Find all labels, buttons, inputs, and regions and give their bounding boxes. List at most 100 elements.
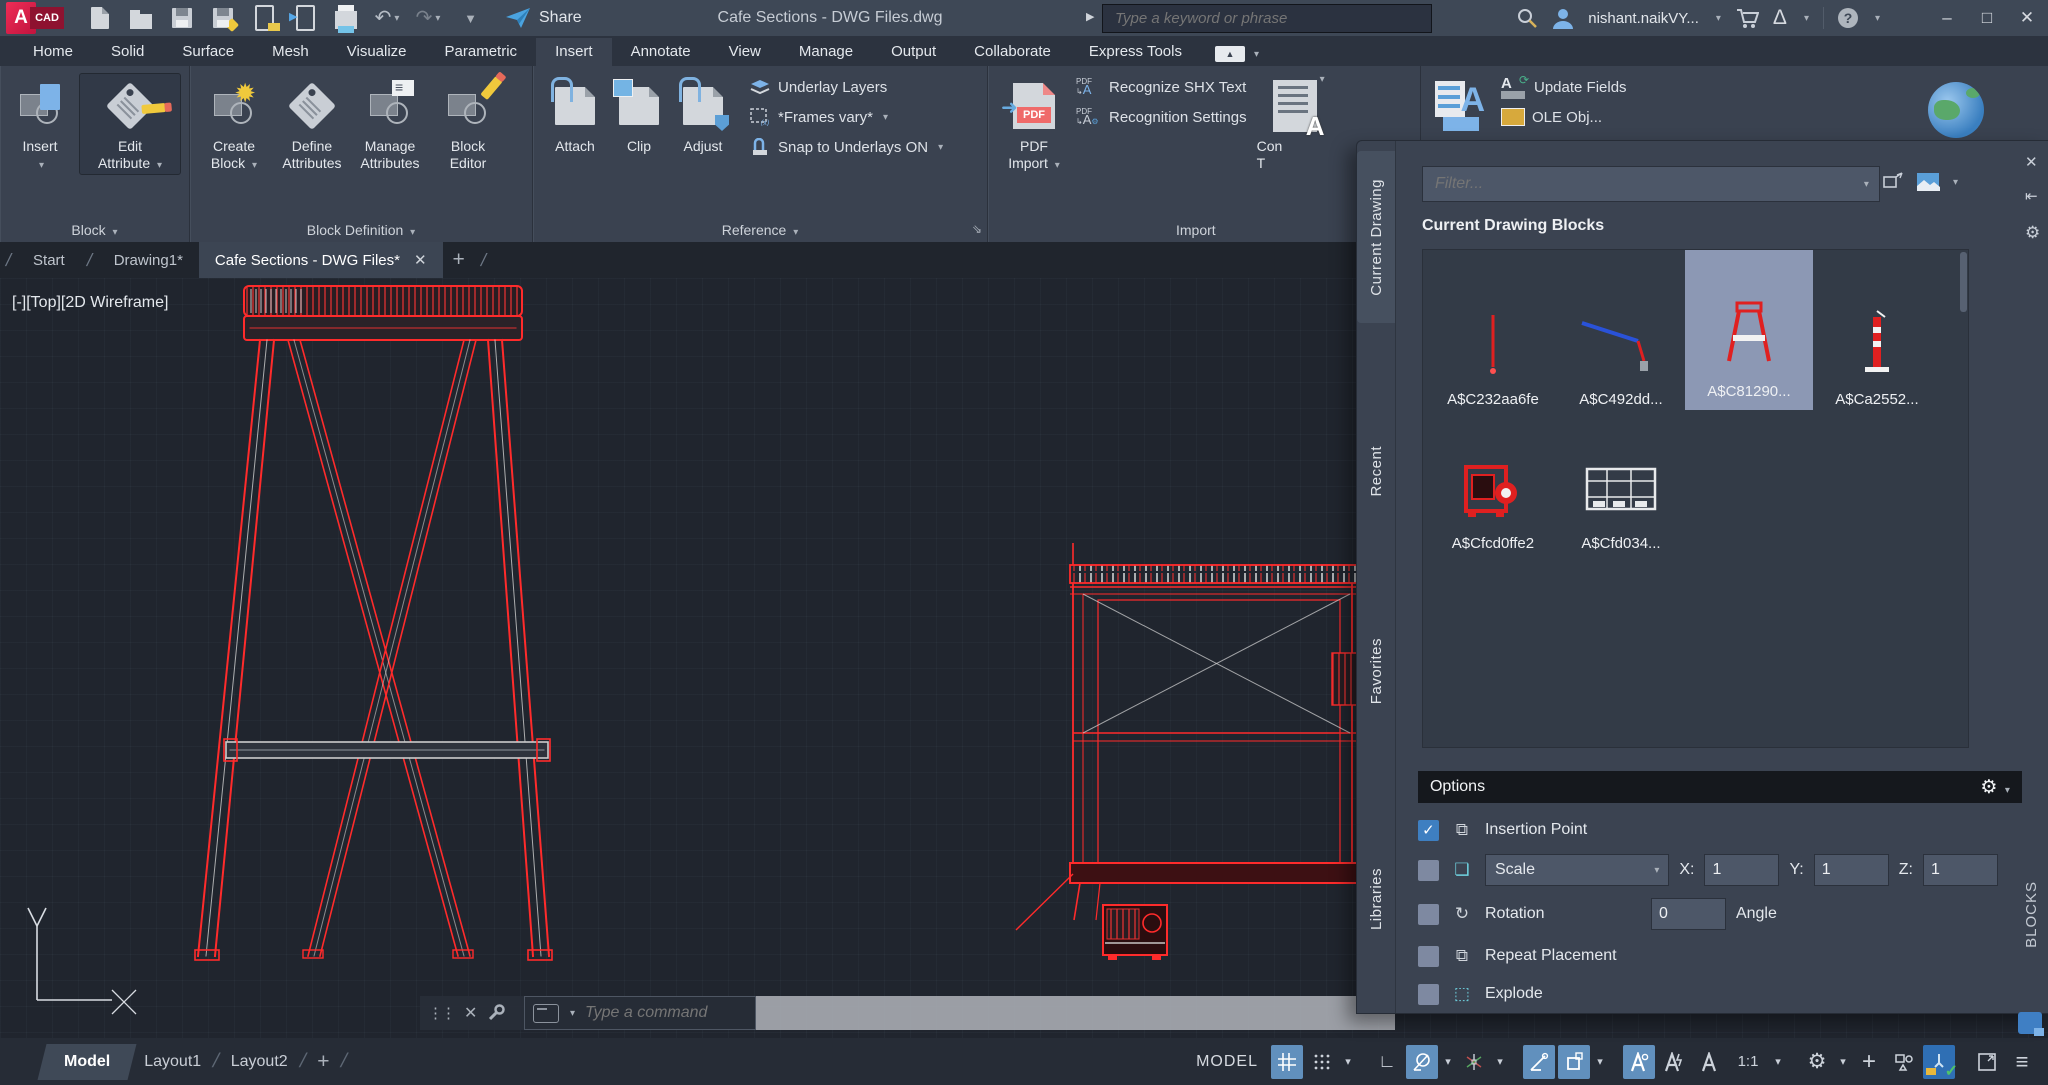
palette-autohide-icon[interactable]: ⇤ [2025, 187, 2038, 205]
help-caret-icon[interactable]: ▾ [1875, 13, 1880, 24]
adjust-button[interactable]: Adjust [671, 74, 735, 155]
new-tab-button[interactable]: + [453, 248, 465, 272]
file-tab-cafe-sections[interactable]: Cafe Sections - DWG Files* ✕ [199, 242, 443, 278]
object-snap-toggle[interactable] [1558, 1045, 1590, 1079]
save-button[interactable] [170, 6, 194, 30]
undo-button[interactable]: ↶▾ [375, 6, 399, 30]
grid-toggle[interactable] [1271, 1045, 1303, 1079]
set-location-globe-icon[interactable] [1928, 82, 1984, 138]
palette-properties-gear-icon[interactable]: ⚙ [2025, 223, 2040, 243]
annotation-visibility-toggle[interactable] [1623, 1045, 1655, 1079]
ribbon-tab-mesh[interactable]: Mesh [253, 38, 328, 66]
combine-text-button[interactable]: ▾ Con T [1257, 74, 1341, 172]
palette-tab-favorites[interactable]: Favorites [1357, 628, 1395, 714]
update-fields-button[interactable]: A⟳ Update Fields [1501, 72, 1627, 102]
recent-commands-icon[interactable] [533, 1004, 559, 1023]
isodraft-toggle[interactable] [1458, 1045, 1490, 1079]
plot-button[interactable] [334, 6, 358, 30]
command-customize-wrench-icon[interactable] [487, 1004, 505, 1022]
object-snap-caret-icon[interactable]: ▾ [1593, 1055, 1607, 1068]
repeat-placement-checkbox[interactable] [1418, 946, 1439, 967]
block-filter-dropdown[interactable]: ▾ [1422, 166, 1880, 202]
ribbon-tab-solid[interactable]: Solid [92, 38, 163, 66]
close-button[interactable]: ✕ [2014, 8, 2040, 28]
command-input[interactable] [583, 1003, 737, 1023]
new-file-button[interactable] [88, 6, 112, 30]
layout2-tab[interactable]: Layout2 [231, 1053, 288, 1071]
rotation-input[interactable] [1651, 898, 1726, 930]
ribbon-minimize-button[interactable]: ▲ [1215, 46, 1245, 62]
frames-vary-dropdown[interactable]: (x) *Frames vary* ▾ [749, 102, 943, 132]
minimize-button[interactable]: – [1934, 8, 1960, 28]
options-section-header[interactable]: Options ⚙ ▾ [1418, 771, 2022, 803]
signed-in-user[interactable]: nishant.naikVY... [1588, 10, 1699, 27]
search-expand-icon[interactable]: ▶ [1086, 10, 1094, 23]
block-item-selected[interactable]: A$C81290... [1685, 250, 1813, 410]
clip-button[interactable]: Clip [613, 74, 665, 155]
snap-to-underlays-dropdown[interactable]: Snap to Underlays ON ▾ [749, 132, 943, 162]
create-block-button[interactable]: ✹ Create Block ▾ [202, 74, 266, 174]
scale-list-caret-icon[interactable]: ▾ [1771, 1055, 1785, 1068]
clean-screen-button[interactable] [1971, 1045, 2003, 1079]
insertion-point-checkbox[interactable]: ✓ [1418, 820, 1439, 841]
define-attributes-button[interactable]: Define Attributes [280, 74, 344, 172]
ortho-toggle[interactable]: ∟ [1371, 1045, 1403, 1079]
ribbon-tab-output[interactable]: Output [872, 38, 955, 66]
manage-attributes-button[interactable]: Manage Attributes [358, 74, 422, 172]
recognition-settings-button[interactable]: PDF↳A⚙ Recognition Settings [1076, 102, 1247, 132]
block-panel-label[interactable]: Block ▾ [0, 222, 189, 238]
ole-object-button[interactable]: OLE Obj... [1501, 102, 1627, 132]
block-filter-input[interactable] [1433, 174, 1817, 194]
save-as-button[interactable] [211, 6, 235, 30]
workspace-gear-button[interactable]: ⚙ [1801, 1045, 1833, 1079]
qat-customize-button[interactable]: ▼ [457, 6, 481, 30]
insert-block-button[interactable]: Insert ▾ [8, 74, 72, 174]
block-editor-button[interactable]: Block Editor [436, 74, 500, 172]
isolate-objects-button[interactable] [1888, 1045, 1920, 1079]
file-tab-drawing1[interactable]: Drawing1* [98, 242, 199, 278]
command-input-box[interactable]: ▾ [524, 996, 756, 1030]
scale-z-input[interactable] [1923, 854, 1998, 886]
palette-tab-libraries[interactable]: Libraries [1357, 856, 1395, 942]
model-space-indicator[interactable]: MODEL [1196, 1053, 1258, 1071]
annotation-scale-button[interactable] [1693, 1045, 1725, 1079]
graphics-performance-button[interactable] [1923, 1045, 1955, 1079]
ribbon-tab-parametric[interactable]: Parametric [426, 38, 537, 66]
model-space-tab[interactable]: Model [38, 1044, 137, 1080]
block-item[interactable]: A$C232aa6fe [1429, 258, 1557, 418]
pdf-import-button[interactable]: ➜PDF PDF Import ▾ [1002, 74, 1066, 174]
command-bar-grip-icon[interactable]: ⋮⋮ [428, 1004, 454, 1022]
workspace-caret-icon[interactable]: ▾ [1836, 1055, 1850, 1068]
annotation-scale-value[interactable]: 1:1 [1728, 1045, 1768, 1079]
ribbon-tab-manage[interactable]: Manage [780, 38, 872, 66]
reference-panel-label[interactable]: Reference ▾ [533, 222, 987, 238]
edit-attribute-button[interactable]: Edit Attribute ▾ [80, 74, 180, 174]
ribbon-tab-insert[interactable]: Insert [536, 38, 612, 66]
filter-caret-icon[interactable]: ▾ [1864, 179, 1869, 190]
block-item[interactable]: A$Cfd034... [1557, 402, 1685, 562]
insertion-options-icon[interactable] [1882, 171, 1906, 193]
scale-checkbox[interactable] [1418, 860, 1439, 881]
ribbon-minimize-caret-icon[interactable]: ▾ [1254, 49, 1259, 60]
help-search-box[interactable] [1102, 4, 1432, 33]
block-definition-panel-label[interactable]: Block Definition ▾ [190, 222, 532, 238]
autocad-logo[interactable]: A CAD [6, 0, 60, 36]
autodesk-menu-caret-icon[interactable]: ▾ [1804, 13, 1809, 24]
attach-button[interactable]: Attach [543, 74, 607, 155]
object-snap-tracking-toggle[interactable] [1523, 1045, 1555, 1079]
thumbnail-view-icon[interactable] [1916, 172, 1940, 192]
options-collapse-caret-icon[interactable]: ▾ [2005, 785, 2010, 796]
customization-menu-button[interactable]: ≡ [2006, 1045, 2038, 1079]
new-layout-button[interactable]: + [317, 1050, 329, 1074]
ribbon-tab-visualize[interactable]: Visualize [328, 38, 426, 66]
redo-button[interactable]: ↷▾ [416, 6, 440, 30]
app-store-cart-icon[interactable] [1735, 7, 1759, 29]
reference-dialog-launcher-icon[interactable]: ⇘ [972, 222, 982, 236]
help-search-input[interactable] [1113, 9, 1397, 28]
maximize-button[interactable]: □ [1974, 8, 2000, 28]
save-to-mobile-button[interactable] [293, 6, 317, 30]
ribbon-tab-collaborate[interactable]: Collaborate [955, 38, 1070, 66]
view-options-caret-icon[interactable]: ▾ [1953, 177, 1958, 188]
palette-close-icon[interactable]: ✕ [2025, 153, 2038, 171]
autodesk-logo-icon[interactable]: Δ [1773, 6, 1787, 30]
